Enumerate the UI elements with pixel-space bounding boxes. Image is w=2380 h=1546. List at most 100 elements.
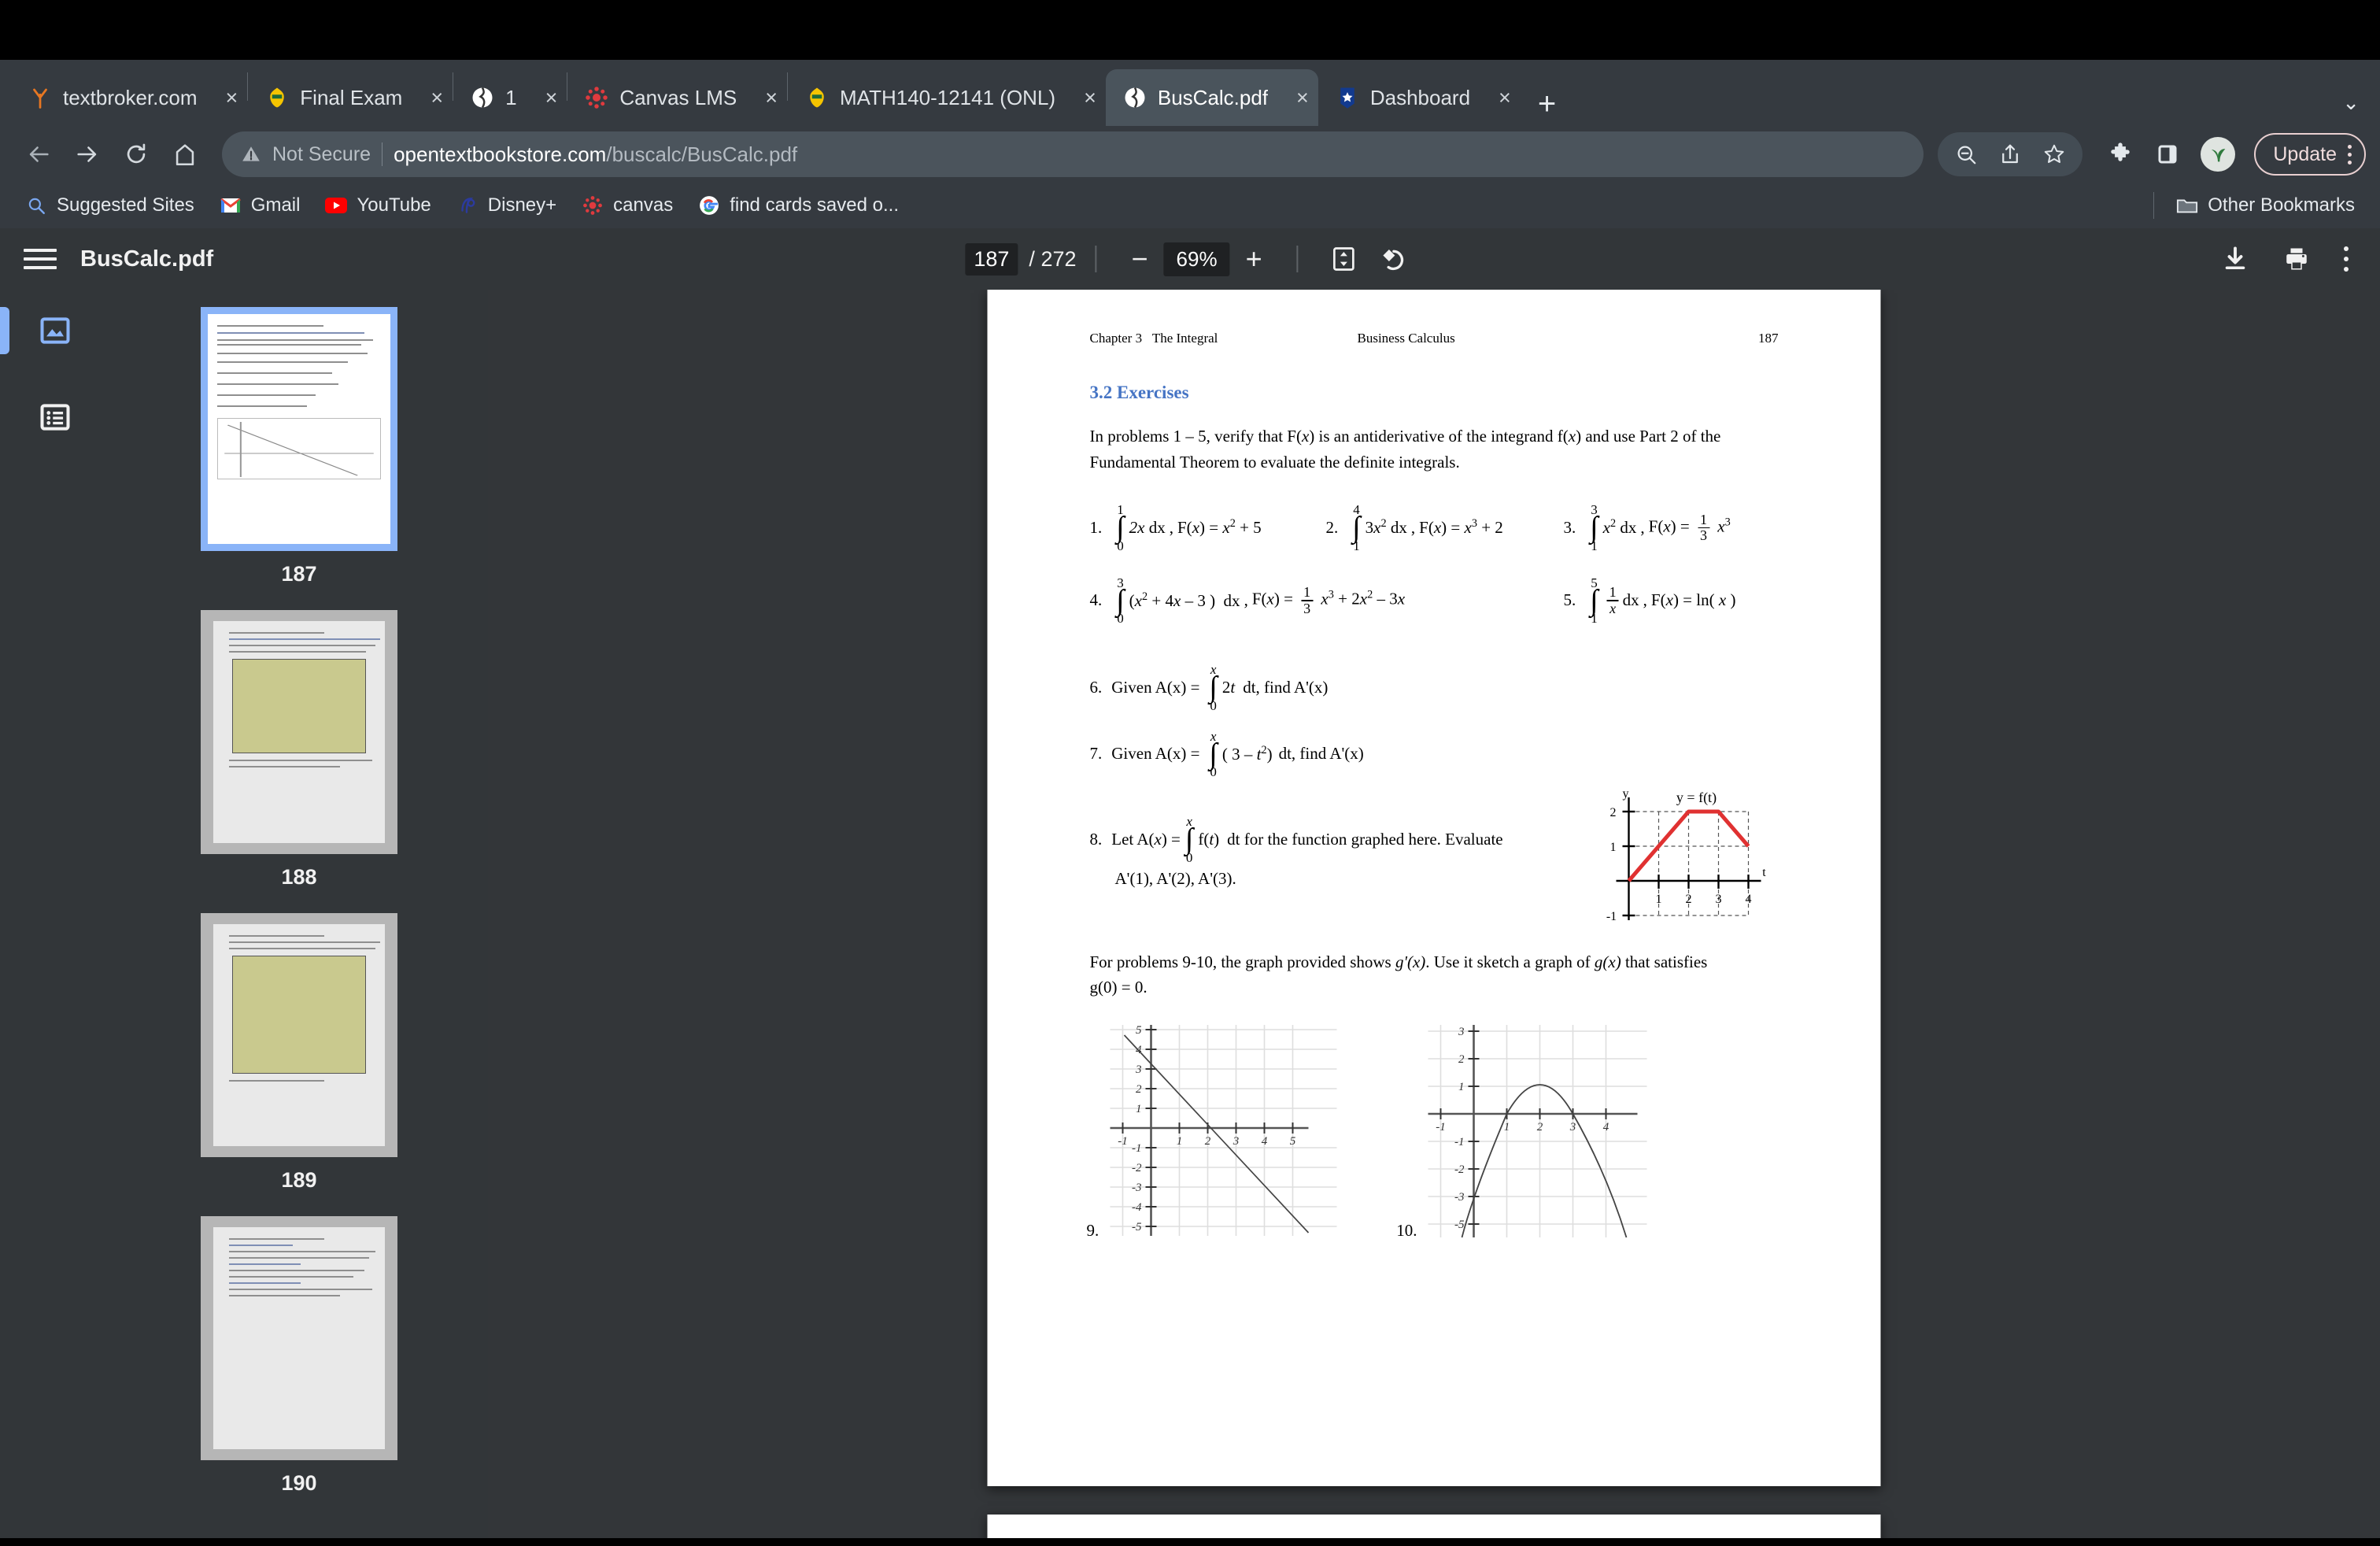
bookmark-suggested-sites[interactable]: Suggested Sites [13, 194, 207, 216]
bookmark-find-cards[interactable]: find cards saved o... [686, 194, 911, 216]
bookmark-gmail[interactable]: Gmail [207, 194, 313, 216]
tab-close-button[interactable]: × [1066, 86, 1096, 110]
xtick-2: 2 [1686, 893, 1692, 906]
thumbnail-item-188[interactable]: 188 [201, 610, 397, 897]
page-number-input[interactable]: 187 [965, 242, 1018, 276]
reload-button[interactable] [112, 130, 161, 179]
profile-avatar[interactable] [2201, 137, 2236, 172]
thumbnail-image[interactable] [201, 1216, 397, 1460]
pdf-page-area[interactable]: Chapter 3 The Integral Business Calculus… [488, 290, 2380, 1538]
browser-tab-buscalc-pdf[interactable]: BusCalc.pdf × [1105, 69, 1318, 126]
sidebar-toggle-button[interactable] [24, 249, 57, 269]
bookmark-star-button[interactable] [2032, 132, 2076, 176]
bookmark-label: canvas [613, 194, 674, 216]
update-button[interactable]: Update [2254, 133, 2366, 176]
browser-tab-textbroker[interactable]: textbroker.com × [11, 69, 247, 126]
antiderivative: F(x) = 1 3 x3 [1648, 511, 1731, 544]
thumbnail-highlight-box [232, 659, 366, 753]
fraction: 1 x [1606, 585, 1619, 616]
browser-toolbar: Not Secure opentextbookstore.com/buscalc… [0, 126, 2380, 183]
thumbnail-item-190[interactable]: 190 [201, 1216, 397, 1503]
toolbar-divider [1095, 246, 1097, 272]
integrand: ( 3 – t2) [1221, 743, 1273, 764]
new-tab-button[interactable]: + [1521, 88, 1573, 126]
browser-tab-math140[interactable]: MATH140-12141 (ONL) × [788, 69, 1106, 126]
intro-part-1: In problems 1 – 5, verify that F( [1089, 427, 1302, 446]
rotate-button[interactable] [1371, 245, 1415, 273]
share-button[interactable] [1988, 132, 2032, 176]
sidebar-selection-indicator [0, 307, 9, 354]
extensions-button[interactable] [2098, 132, 2142, 176]
lower-limit: 0 [1117, 611, 1124, 627]
bookmark-canvas[interactable]: canvas [569, 194, 686, 216]
tab-search-caret-icon[interactable]: ⌄ [2342, 91, 2374, 126]
bookmarks-bar: Suggested Sites Gmail YouTube Disney+ ca… [0, 183, 2380, 228]
problem-number: 4. [1089, 590, 1103, 610]
outline-view-button[interactable] [31, 394, 79, 441]
integrand: 2x dx [1129, 517, 1166, 537]
integral-symbol: 4 ∫ 1 [1352, 503, 1360, 553]
tab-close-button[interactable]: × [1279, 86, 1309, 110]
thumbnail-image[interactable] [201, 307, 397, 551]
integral-glyph: ∫ [1209, 737, 1218, 771]
browser-tab-canvas-lms[interactable]: Canvas LMS × [567, 69, 787, 126]
problem-3: 3. 3 ∫ 1 x2 dx , F(x) = 1 3 x3 [1564, 503, 1731, 553]
thumbnail-highlight-box [232, 956, 366, 1074]
forward-button[interactable] [63, 130, 112, 179]
bookmark-disney-plus[interactable]: Disney+ [444, 194, 569, 216]
fit-page-button[interactable] [1318, 245, 1371, 273]
integral-symbol: x ∫ 0 [1209, 663, 1217, 712]
back-button[interactable] [14, 130, 63, 179]
tab-close-button[interactable]: × [209, 86, 238, 110]
thumbnail-page-content [208, 314, 390, 544]
integral-symbol: x ∫ 0 [1185, 815, 1193, 864]
home-button[interactable] [161, 130, 209, 179]
ytick-5: 5 [1136, 1024, 1142, 1037]
tab-close-button[interactable]: × [1481, 86, 1511, 110]
tab-close-button[interactable]: × [528, 86, 558, 110]
other-bookmarks-folder[interactable]: Other Bookmarks [2164, 194, 2367, 216]
problem-number: 1. [1089, 517, 1103, 537]
thumbnail-item-187[interactable]: 187 [201, 307, 397, 594]
zoom-out-indicator-button[interactable] [1944, 132, 1988, 176]
zoom-in-button[interactable]: + [1230, 245, 1278, 273]
problem-row-1-3: 1. 1 ∫ 0 2x dx , F(x) = x2 + 5 2. 4 ∫ 1 … [1090, 503, 1779, 553]
tab-label: textbroker.com [63, 85, 198, 109]
thumbnail-image[interactable] [201, 610, 397, 854]
lms-shield-icon [810, 87, 824, 108]
problem-8-line-1: 8. Let A(x) = x ∫ 0 f(t) dt for the func… [1090, 815, 1571, 864]
zoom-level-label[interactable]: 69% [1163, 242, 1230, 276]
intro-part-2: ) is an antiderivative of the integrand … [1309, 427, 1569, 446]
chrome-menu-icon[interactable] [2348, 144, 2352, 165]
address-bar[interactable]: Not Secure opentextbookstore.com/buscalc… [222, 131, 1924, 177]
problem-7-row: 7. Given A(x) = x ∫ 0 ( 3 – t2) dt, find… [1090, 730, 1779, 779]
problem-tail: dt for the function graphed here. Evalua… [1227, 829, 1503, 849]
integral-glyph: ∫ [1209, 671, 1218, 705]
q910-gprime: g'(x) [1395, 952, 1426, 972]
thumbnail-image[interactable] [201, 913, 397, 1157]
pdf-page-controls: 187 / 272 − 69% + [965, 242, 1414, 276]
problem-10-label: 10. [1396, 1221, 1417, 1241]
axis-labels: 3 2 1 -1 -2 -3 -5 -1 1 2 3 4 [1436, 1026, 1609, 1231]
pdf-page-187: Chapter 3 The Integral Business Calculus… [987, 290, 1881, 1486]
browser-tab-1[interactable]: 1 × [453, 69, 567, 126]
pdf-more-menu-button[interactable] [2344, 246, 2349, 272]
bookmark-youtube[interactable]: YouTube [312, 194, 443, 216]
tab-close-button[interactable]: × [413, 86, 443, 110]
browser-tab-dashboard[interactable]: Dashboard × [1318, 69, 1521, 126]
problem-row-4-5: 4. 3 ∫ 0 (x2 + 4x – 3 ) dx , F(x) = 1 3 … [1090, 576, 1779, 626]
tab-close-button[interactable]: × [748, 86, 778, 110]
comma: , [1410, 517, 1416, 537]
ytick-neg2: -2 [1132, 1162, 1142, 1174]
thumbnail-item-189[interactable]: 189 [201, 913, 397, 1200]
problems-9-10-instructions: For problems 9-10, the graph provided sh… [1090, 950, 1779, 1000]
arrow-right-icon [77, 146, 97, 162]
print-button[interactable] [2282, 245, 2311, 273]
side-panel-button[interactable] [2145, 132, 2190, 176]
zoom-out-button[interactable]: − [1116, 245, 1164, 273]
star-badge-icon [1340, 87, 1354, 109]
download-button[interactable] [2221, 245, 2249, 273]
browser-tab-final-exam[interactable]: Final Exam × [248, 69, 453, 126]
thumbnail-view-button[interactable] [31, 307, 79, 354]
lower-limit: 0 [1117, 538, 1124, 553]
